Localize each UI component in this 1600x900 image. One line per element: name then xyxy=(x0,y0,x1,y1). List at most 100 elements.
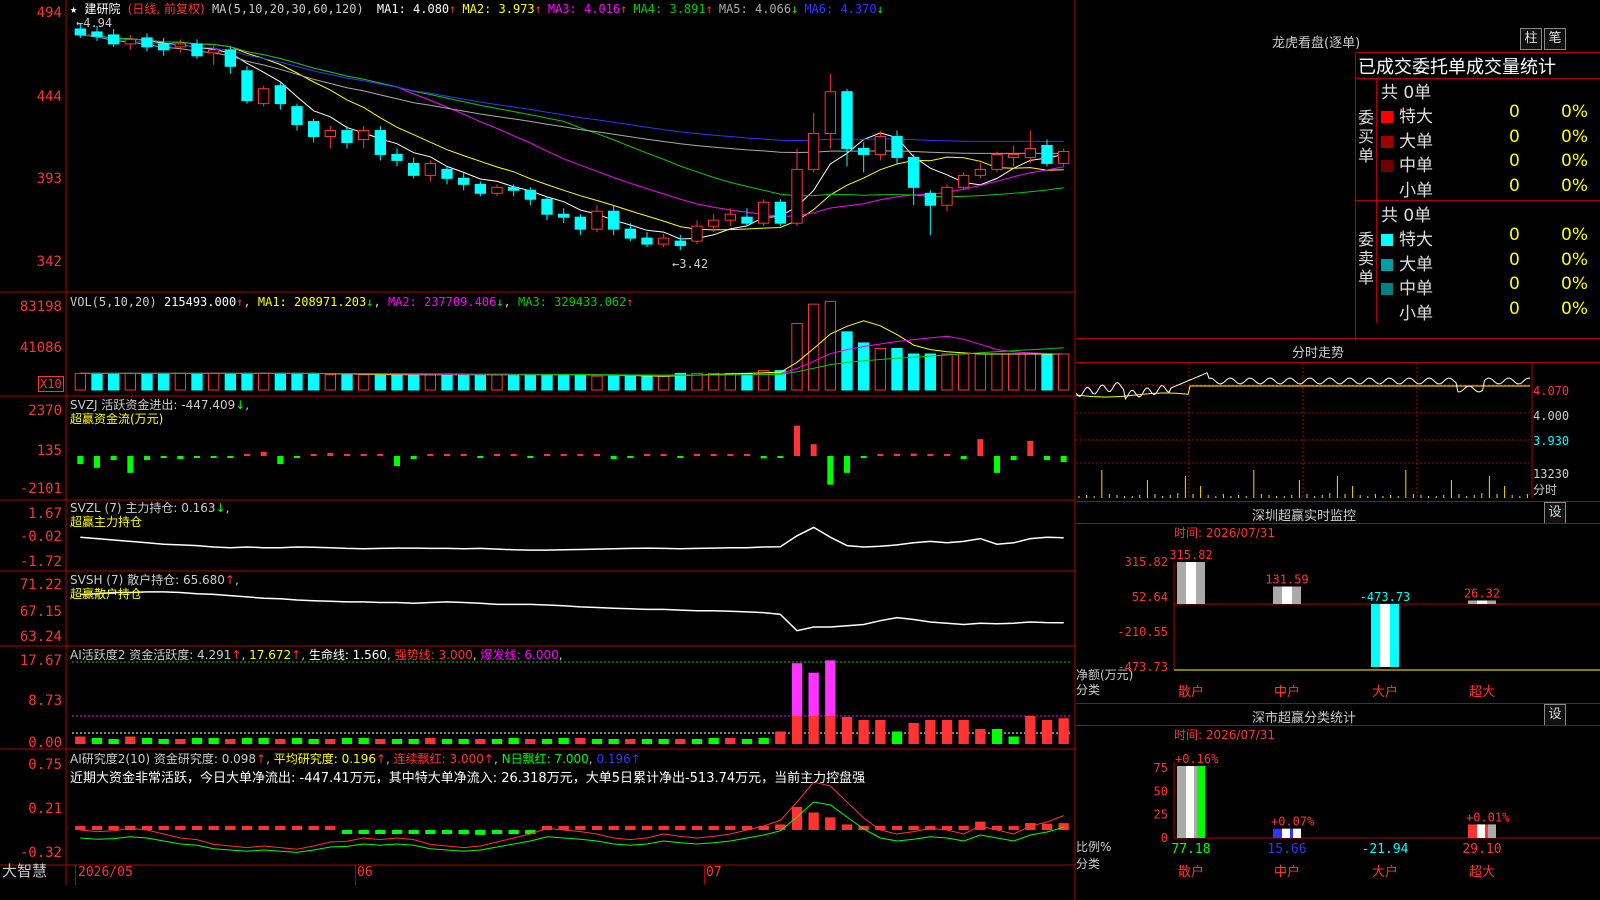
vol-bar xyxy=(174,372,187,391)
svzj-bar xyxy=(927,453,934,456)
tab-bar[interactable]: 柱 xyxy=(1520,28,1542,50)
szmon-cat-1: 中户 xyxy=(1274,684,1300,700)
szmon-value-2: -473.73 xyxy=(1360,590,1411,604)
candle-body xyxy=(691,225,703,242)
ai2-bar xyxy=(1058,823,1069,830)
ai2-bar xyxy=(375,830,386,834)
vol-bar xyxy=(508,374,520,391)
ai1-strong: 强势线: 3.000 xyxy=(394,648,473,662)
ai1-header: AI活跃度2 资金活跃度: 4.291↑, 17.672↑, 生命线: 1.56… xyxy=(70,648,563,662)
svzj-bar xyxy=(544,454,550,456)
ai2-ytick-0: 0.75 xyxy=(28,757,62,773)
ai1-bar xyxy=(308,739,319,744)
high-marker: ←4.94 xyxy=(76,16,113,30)
ma-arrow-2: ↑ xyxy=(534,2,542,16)
svzj-bar xyxy=(627,456,634,459)
candle-body xyxy=(308,121,320,138)
candle-body xyxy=(574,216,587,230)
szmon-bar-1 xyxy=(1273,586,1301,604)
svzj-bar xyxy=(244,454,250,456)
sell-row-0: 特大 0 0% xyxy=(1381,225,1596,250)
szstat-value-1: 15.66 xyxy=(1267,842,1306,857)
candle-body xyxy=(791,168,803,224)
ai1-peak-bar xyxy=(791,663,803,716)
szmon-bar-highlight xyxy=(1477,600,1487,604)
svzl-header: SVZL (7) 主力持仓: 0.163↓, xyxy=(70,501,230,515)
ai1-bar xyxy=(958,720,969,744)
ai1-peak-bar xyxy=(825,660,836,716)
sz-monitor-settings[interactable]: 设 xyxy=(1544,502,1566,524)
sell-count-0: 0 xyxy=(1509,225,1520,245)
tab-tick[interactable]: 笔 xyxy=(1544,28,1566,50)
ai1-bar xyxy=(891,731,903,744)
szstat-ytick-0: 75 xyxy=(1154,761,1168,775)
szstat-ytitle: 比例% xyxy=(1076,840,1112,854)
sell-pct-0: 0% xyxy=(1561,225,1588,245)
sz-stats-chart: 75 50 25 0 +0.16% 77.18 散户 +0.07% 15.66 中户 -21.94 大… xyxy=(1154,752,1600,880)
vol-bar xyxy=(524,374,537,391)
candle-body xyxy=(391,153,403,161)
vol-bar xyxy=(158,372,170,391)
vol-bar xyxy=(658,375,670,391)
vol-header: VOL(5,10,20) 215493.000↑, MA1: 208971.20… xyxy=(70,295,634,309)
sell-swatch-3 xyxy=(1381,308,1393,320)
szstat-bar-edge xyxy=(1293,828,1301,838)
sz-stats-settings[interactable]: 设 xyxy=(1544,704,1566,726)
svsh-title: SVSH (7) 散户持仓: 65.680 xyxy=(70,573,225,587)
ai1-ytick-1: 8.73 xyxy=(28,693,62,709)
intraday-y2: 3.930 xyxy=(1533,434,1570,448)
sell-count-2: 0 xyxy=(1509,274,1520,294)
ai1-bar xyxy=(441,739,453,744)
ma-arrow-3: ↑ xyxy=(620,2,628,16)
vol-bar xyxy=(308,372,320,391)
svzj-bar xyxy=(877,454,884,456)
ai2-bar xyxy=(308,826,319,830)
period-note: (日线, 前复权) xyxy=(127,2,205,16)
svzj-bar xyxy=(260,451,267,456)
ai1-bar xyxy=(158,739,169,744)
svzj-bar xyxy=(794,425,800,456)
svsh-header: SVSH (7) 散户持仓: 65.680↑, xyxy=(70,573,239,587)
ai2-bar xyxy=(225,826,236,830)
svzj-bar xyxy=(710,454,717,456)
ai1-bar xyxy=(908,723,919,744)
ai1-bar xyxy=(691,739,703,744)
candle-body xyxy=(191,43,203,57)
ai2-bar xyxy=(908,826,919,830)
ma-values: MA1: 4.080↑ MA2: 3.973↑ MA3: 4.016↑ MA4: 3.… xyxy=(371,2,884,16)
ai2-ytick-1: 0.21 xyxy=(28,801,62,817)
vol-ma3: MA3: 329433.062 xyxy=(518,295,627,309)
buy-swatch-3 xyxy=(1381,185,1393,197)
svzl-ytick-0: 1.67 xyxy=(28,506,62,522)
ai2-bar xyxy=(675,826,686,830)
sell-row-3: 小单 0 0% xyxy=(1381,299,1596,324)
vol-bar xyxy=(208,372,220,391)
ai1-bar xyxy=(275,739,286,744)
sell-label-0: 特大 xyxy=(1399,230,1433,250)
ai1-bar xyxy=(575,738,586,744)
svzj-bar xyxy=(694,454,700,456)
svzj-bar xyxy=(527,456,534,459)
ma-value-2: MA2: 3.973 xyxy=(462,2,535,16)
ai1-bar xyxy=(291,738,303,744)
szstat-bar-highlight xyxy=(1477,824,1485,838)
intraday-chart[interactable] xyxy=(1076,363,1600,501)
ai2-bar xyxy=(808,812,819,830)
szstat-value-2: -21.94 xyxy=(1362,842,1409,857)
vol-bar xyxy=(258,372,270,391)
ai1-bar xyxy=(258,738,269,744)
candle-body xyxy=(524,189,537,200)
intraday-vol-unit: 分时 xyxy=(1533,483,1558,497)
svzj-bar xyxy=(844,456,850,473)
ai1-bar xyxy=(141,738,153,744)
szstat-cat-3: 超大 xyxy=(1469,865,1495,880)
ai2-bar xyxy=(91,826,103,830)
svzj-bar xyxy=(144,456,150,461)
candle-body xyxy=(424,162,436,176)
ma-arrow-5: ↓ xyxy=(791,2,799,16)
szmon-bar-0 xyxy=(1177,562,1205,604)
buy-pct-1: 0% xyxy=(1561,126,1588,147)
svzj-bar xyxy=(744,454,750,456)
ai1-bar xyxy=(858,720,869,744)
ai1-bar xyxy=(875,720,886,744)
